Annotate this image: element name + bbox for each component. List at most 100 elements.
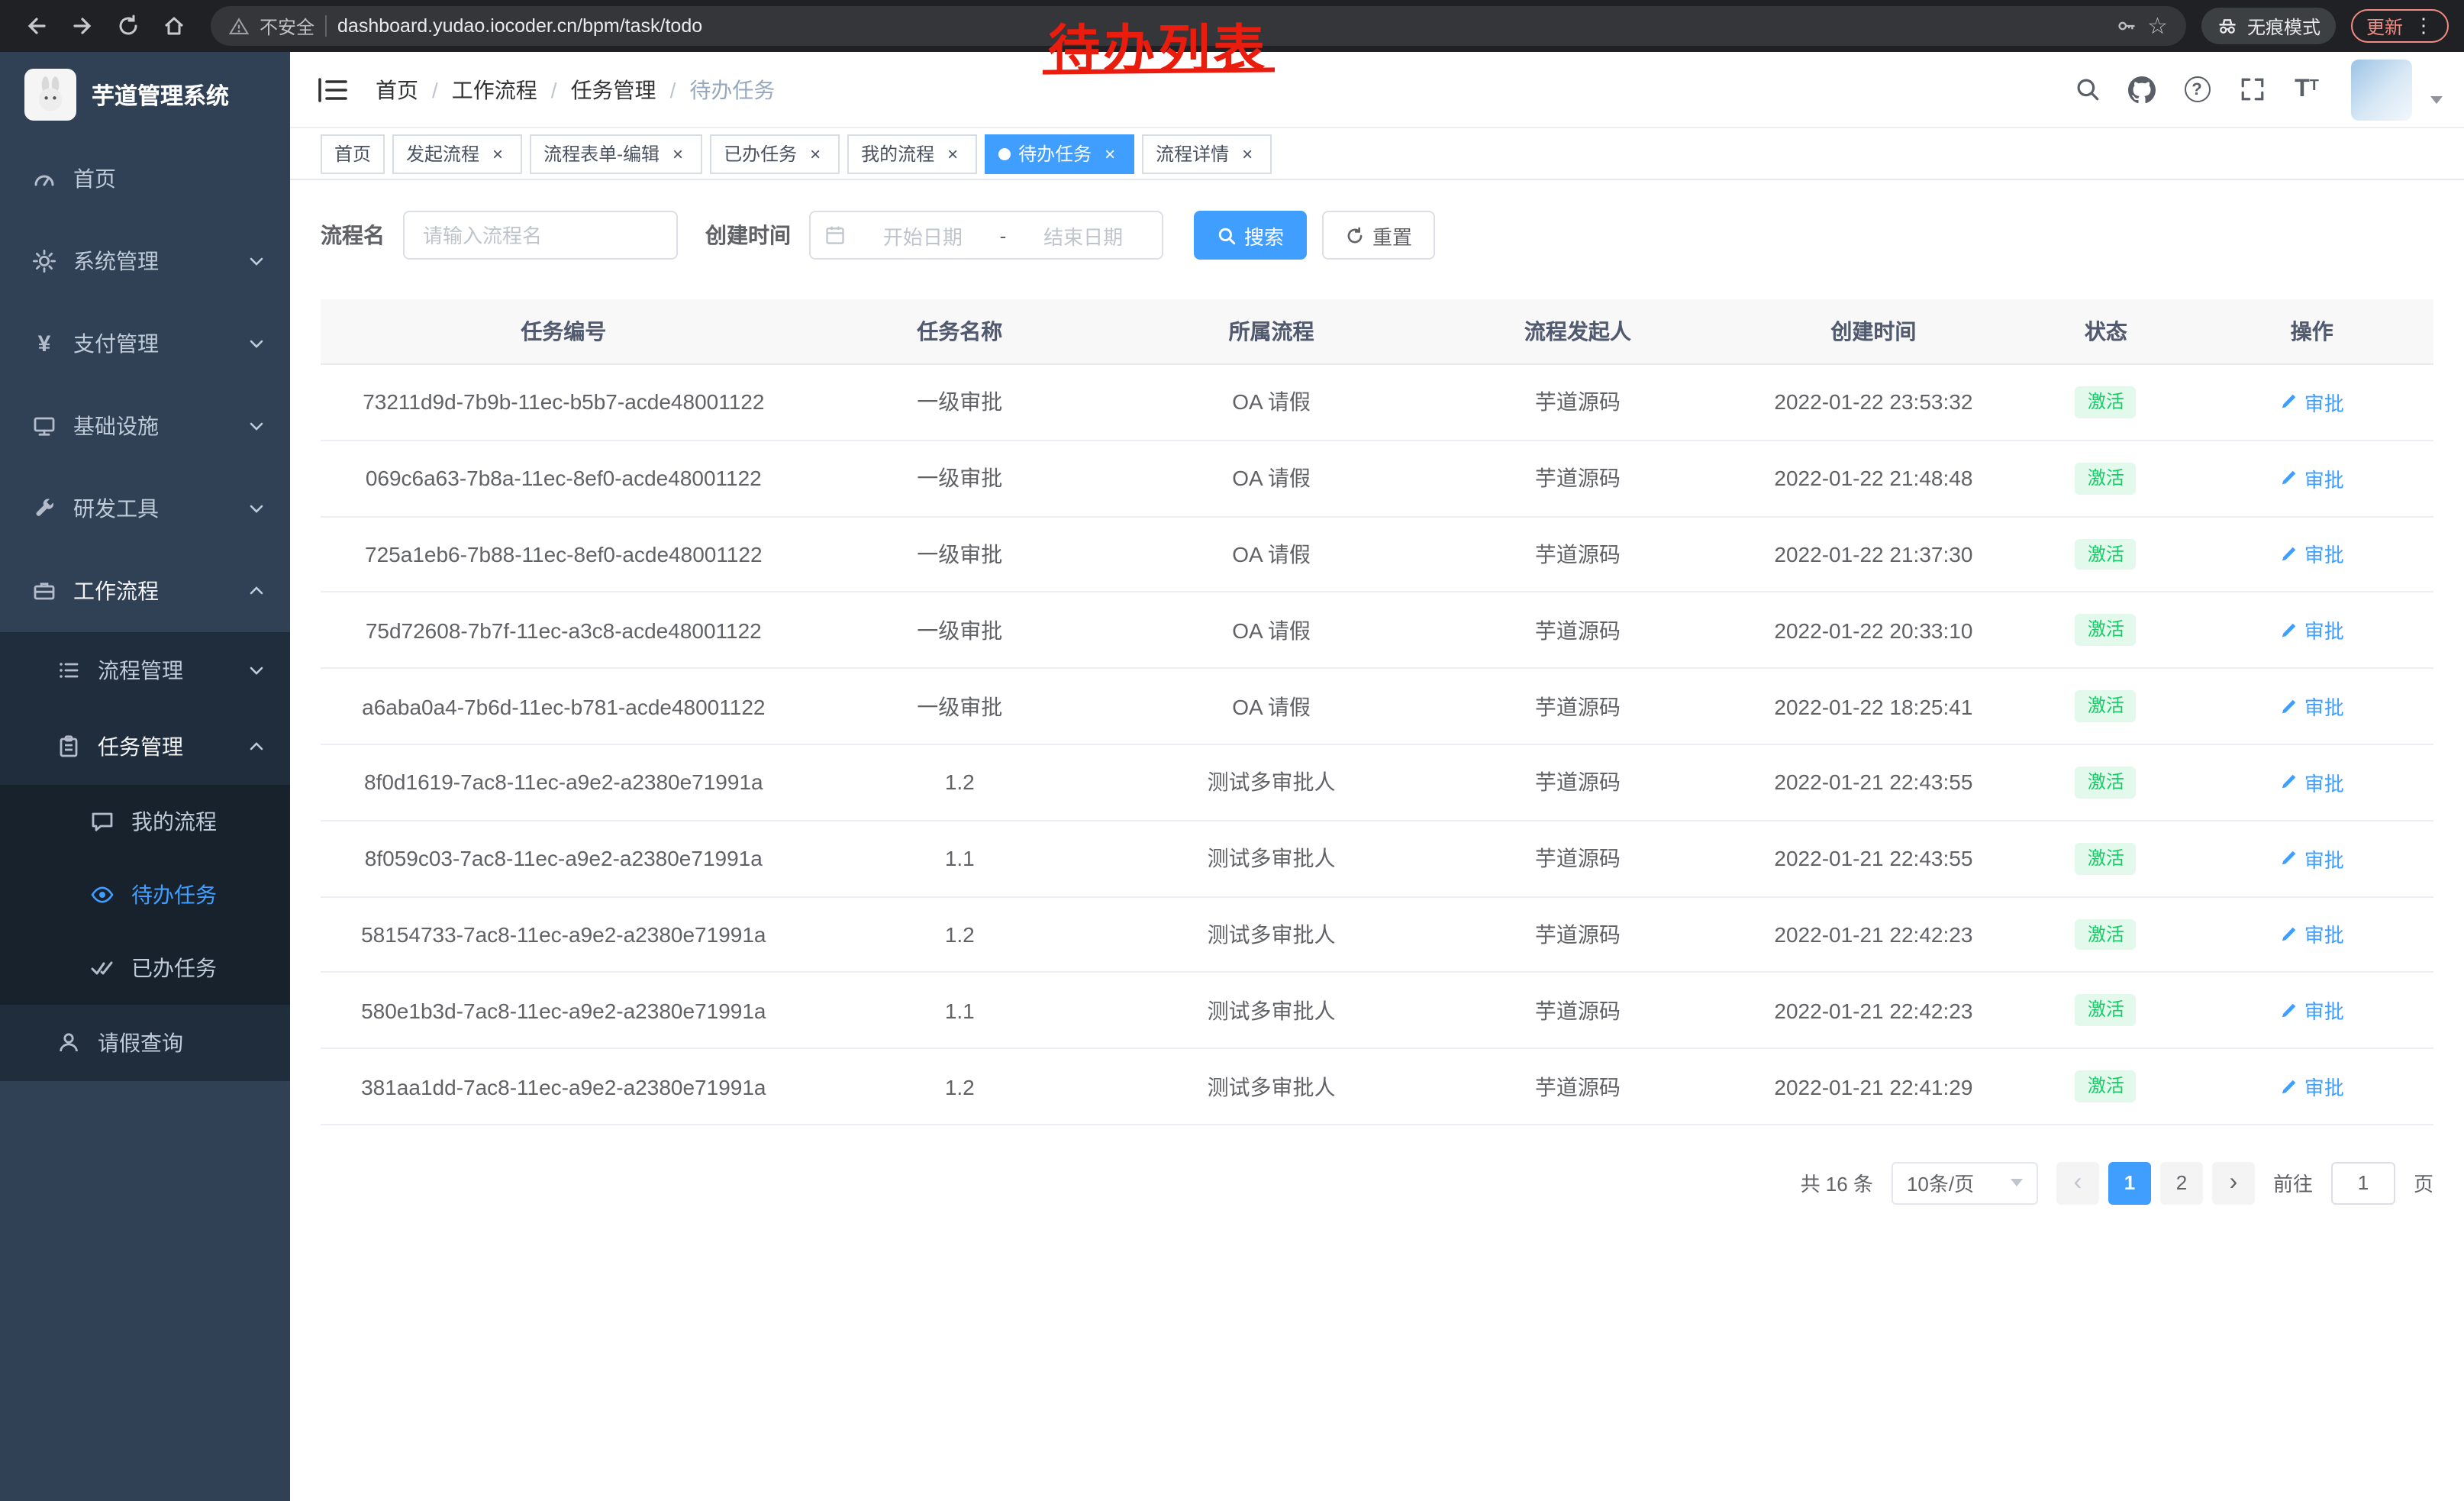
- goto-page-input[interactable]: [2331, 1162, 2395, 1205]
- cell-created: 2022-01-21 22:42:23: [1726, 896, 2022, 973]
- page-button-2[interactable]: 2: [2160, 1162, 2203, 1205]
- password-key-icon[interactable]: [2115, 15, 2137, 37]
- column-header-task-name: 任务名称: [807, 299, 1113, 364]
- browser-update-button[interactable]: 更新 ⋮: [2351, 9, 2449, 43]
- cell-task-name: 1.2: [807, 896, 1113, 973]
- header-search-button[interactable]: [2064, 66, 2110, 112]
- sidebar-item-todo-tasks[interactable]: 待办任务: [0, 858, 290, 931]
- close-icon[interactable]: ×: [667, 143, 689, 164]
- approve-link[interactable]: 审批: [2280, 616, 2344, 645]
- process-name-input[interactable]: [403, 211, 678, 260]
- clipboard-icon: [55, 734, 82, 759]
- avatar-caret-down-icon[interactable]: [2430, 96, 2443, 104]
- approve-link[interactable]: 审批: [2280, 920, 2344, 949]
- start-date-placeholder: 开始日期: [858, 221, 988, 250]
- sidebar-item-my-process[interactable]: 我的流程: [0, 785, 290, 858]
- sidebar-item-done-tasks[interactable]: 已办任务: [0, 931, 290, 1005]
- close-icon[interactable]: ×: [1237, 143, 1258, 164]
- cell-process: OA 请假: [1113, 441, 1430, 517]
- sidebar-item-home[interactable]: 首页: [0, 137, 290, 220]
- approve-link[interactable]: 审批: [2280, 692, 2344, 721]
- approve-link[interactable]: 审批: [2280, 1072, 2344, 1101]
- cell-created: 2022-01-22 20:33:10: [1726, 592, 2022, 669]
- tag-label: 发起流程: [406, 140, 479, 166]
- reset-button[interactable]: 重置: [1322, 211, 1435, 260]
- page-button-1[interactable]: 1: [2108, 1162, 2151, 1205]
- sidebar-item-workflow[interactable]: 工作流程: [0, 550, 290, 632]
- cell-initiator: 芋道源码: [1430, 821, 1726, 897]
- sidebar-item-label: 系统管理: [73, 246, 159, 276]
- sidebar-toggle-button[interactable]: [311, 69, 354, 109]
- close-icon[interactable]: ×: [942, 143, 963, 164]
- bookmark-star-icon[interactable]: ☆: [2147, 15, 2168, 37]
- status-badge: 激活: [2075, 386, 2137, 418]
- font-size-button[interactable]: TT: [2284, 66, 2330, 112]
- breadcrumb-separator: /: [432, 77, 438, 102]
- browser-back-button[interactable]: [15, 5, 58, 47]
- approve-link[interactable]: 审批: [2280, 388, 2344, 417]
- next-page-button[interactable]: ›: [2212, 1162, 2255, 1205]
- breadcrumb-home[interactable]: 首页: [376, 74, 418, 105]
- sidebar-item-system[interactable]: 系统管理: [0, 220, 290, 302]
- sidebar-item-label: 首页: [73, 163, 116, 194]
- breadcrumb-task-mgmt[interactable]: 任务管理: [571, 74, 656, 105]
- approve-link[interactable]: 审批: [2280, 996, 2344, 1025]
- approve-link[interactable]: 审批: [2280, 768, 2344, 797]
- pagination-total: 共 16 条: [1801, 1169, 1873, 1198]
- sidebar-item-payment[interactable]: ¥ 支付管理: [0, 302, 290, 385]
- approve-link-label: 审批: [2304, 388, 2344, 417]
- column-header-initiator: 流程发起人: [1430, 299, 1726, 364]
- chevron-down-icon: [247, 661, 266, 679]
- tag-home[interactable]: 首页: [321, 134, 385, 173]
- sidebar-item-label: 流程管理: [98, 655, 183, 686]
- sidebar-item-label: 请假查询: [98, 1028, 183, 1058]
- browser-refresh-button[interactable]: [107, 5, 150, 47]
- table-row: 58154733-7ac8-11ec-a9e2-a2380e71991a 1.2…: [321, 896, 2433, 973]
- cell-process: OA 请假: [1113, 668, 1430, 744]
- tag-my-process[interactable]: 我的流程 ×: [847, 134, 977, 173]
- close-icon[interactable]: ×: [805, 143, 826, 164]
- search-button[interactable]: 搜索: [1194, 211, 1307, 260]
- page-size-select[interactable]: 10条/页: [1892, 1162, 2038, 1205]
- cell-task-id: 069c6a63-7b8a-11ec-8ef0-acde48001122: [321, 441, 807, 517]
- sidebar-item-task-mgmt[interactable]: 任务管理: [0, 709, 290, 785]
- sidebar-item-devtools[interactable]: 研发工具: [0, 467, 290, 550]
- browser-menu-icon[interactable]: ⋮: [2414, 14, 2433, 38]
- cell-process: OA 请假: [1113, 364, 1430, 441]
- browser-home-button[interactable]: [153, 5, 195, 47]
- edit-icon: [2280, 621, 2298, 640]
- close-icon[interactable]: ×: [1099, 143, 1121, 164]
- cell-action: 审批: [2191, 821, 2433, 897]
- filter-form: 流程名 创建时间 开始日期 - 结束日期: [321, 211, 2433, 260]
- cell-status: 激活: [2021, 441, 2190, 517]
- tag-process-detail[interactable]: 流程详情 ×: [1142, 134, 1272, 173]
- fullscreen-button[interactable]: [2229, 66, 2275, 112]
- tag-todo-tasks[interactable]: 待办任务 ×: [985, 134, 1134, 173]
- github-link-button[interactable]: [2119, 66, 2165, 112]
- omnibox-divider: [325, 15, 327, 37]
- tag-done-tasks[interactable]: 已办任务 ×: [710, 134, 840, 173]
- screenshot-root: 不安全 dashboard.yudao.iocoder.cn/bpm/task/…: [0, 0, 2464, 1501]
- breadcrumb-workflow[interactable]: 工作流程: [452, 74, 537, 105]
- cell-task-name: 一级审批: [807, 516, 1113, 592]
- browser-forward-button[interactable]: [61, 5, 104, 47]
- date-range-picker[interactable]: 开始日期 - 结束日期: [809, 211, 1163, 260]
- back-icon: [24, 14, 49, 38]
- approve-link[interactable]: 审批: [2280, 844, 2344, 873]
- sidebar-item-process-mgmt[interactable]: 流程管理: [0, 632, 290, 709]
- approve-link[interactable]: 审批: [2280, 463, 2344, 492]
- close-icon[interactable]: ×: [487, 143, 508, 164]
- incognito-badge: 无痕模式: [2201, 8, 2336, 44]
- help-doc-button[interactable]: ?: [2174, 66, 2220, 112]
- cell-task-name: 一级审批: [807, 668, 1113, 744]
- approve-link[interactable]: 审批: [2280, 540, 2344, 569]
- tag-start-process[interactable]: 发起流程 ×: [392, 134, 522, 173]
- address-bar[interactable]: 不安全 dashboard.yudao.iocoder.cn/bpm/task/…: [211, 6, 2186, 46]
- app-logo-row[interactable]: 芋道管理系统: [0, 52, 290, 137]
- sidebar-item-leave-query[interactable]: 请假查询: [0, 1005, 290, 1081]
- prev-page-button[interactable]: ‹: [2056, 1162, 2099, 1205]
- user-avatar[interactable]: [2351, 59, 2412, 120]
- tag-process-form-edit[interactable]: 流程表单-编辑 ×: [530, 134, 702, 173]
- goto-label: 前往: [2273, 1169, 2313, 1198]
- sidebar-item-infrastructure[interactable]: 基础设施: [0, 385, 290, 467]
